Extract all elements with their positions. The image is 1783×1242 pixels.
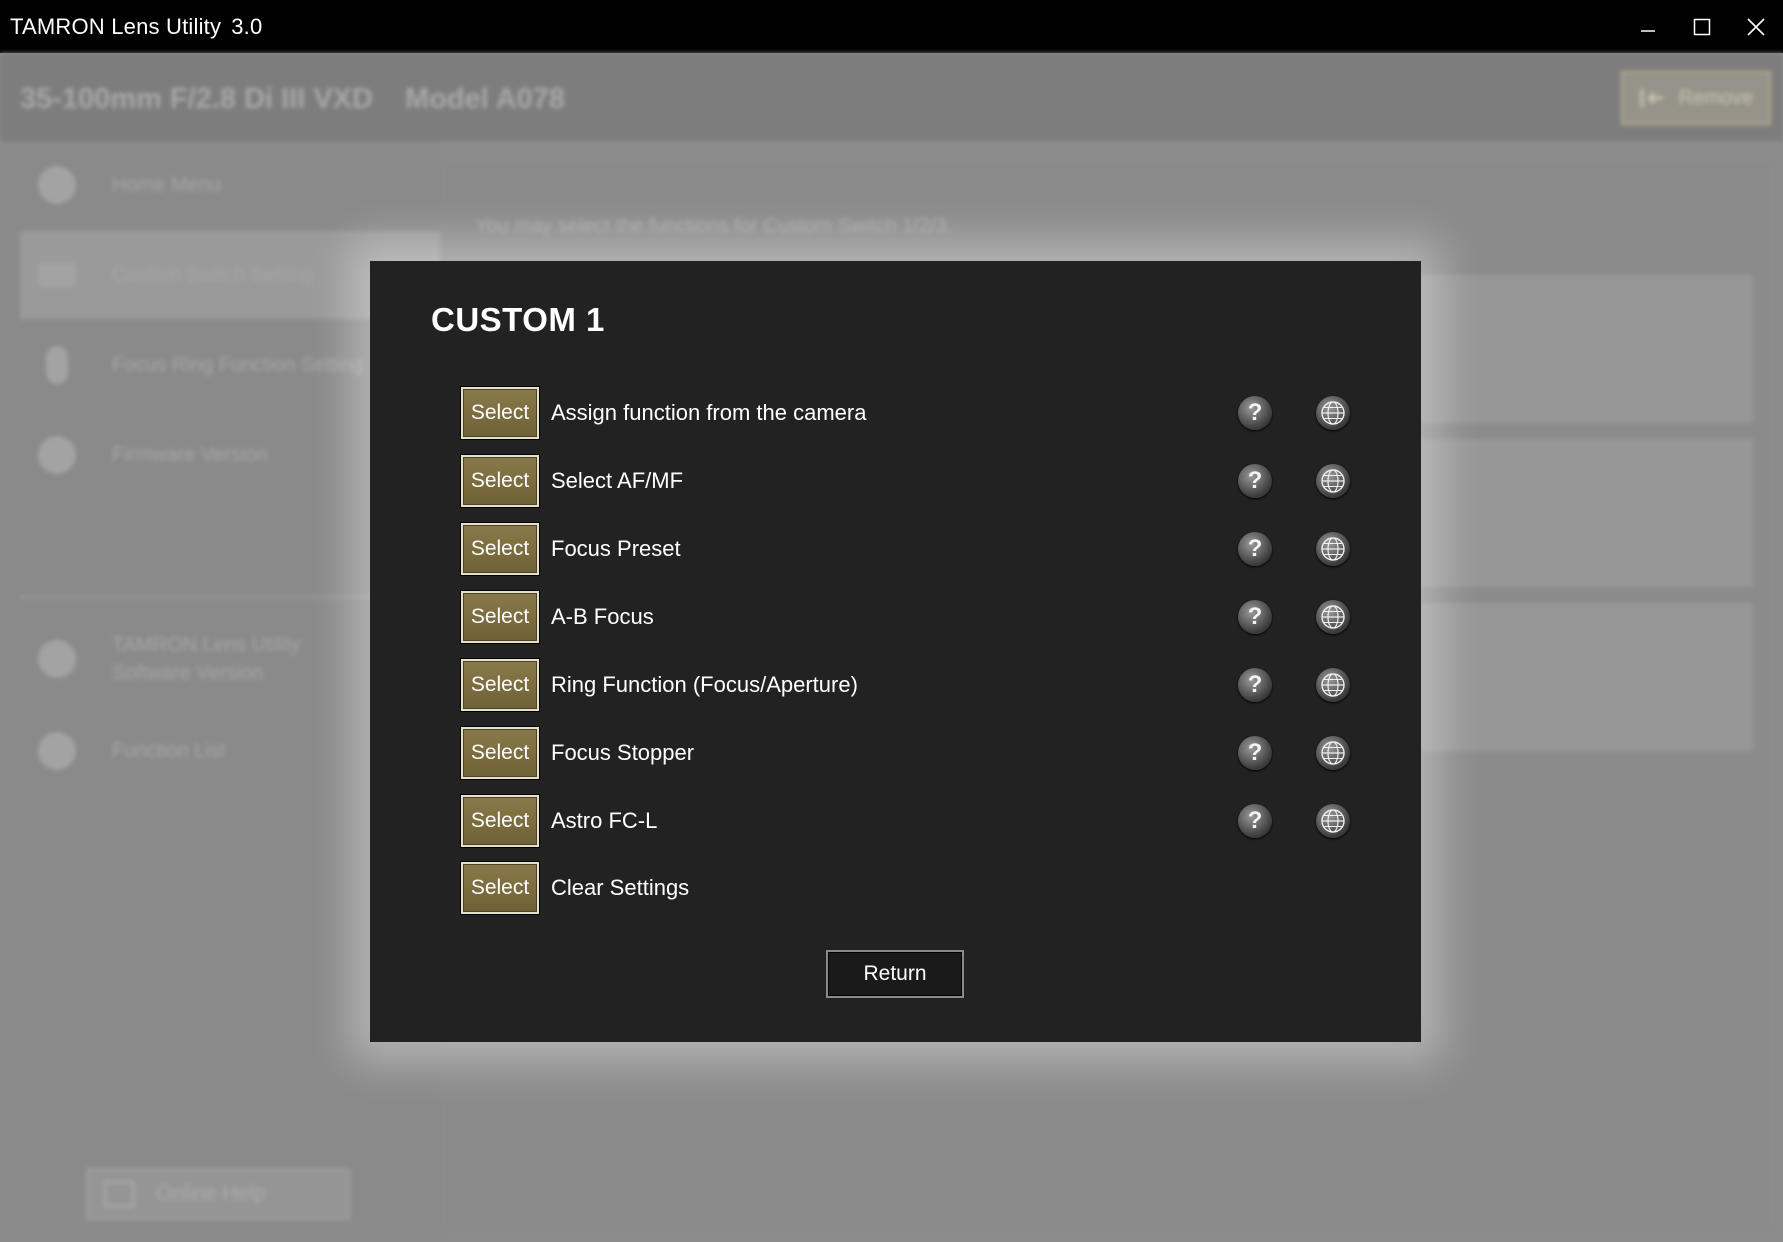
help-icon[interactable]: ? bbox=[1238, 668, 1272, 702]
option-label: Select AF/MF bbox=[551, 468, 684, 493]
help-icon[interactable]: ? bbox=[1238, 396, 1272, 430]
app-name: TAMRON Lens Utility bbox=[10, 13, 222, 39]
option-row: Select Ring Function (Focus/Aperture) ? bbox=[461, 659, 1350, 711]
sidebar-item-label: Firmware Version bbox=[112, 444, 268, 466]
maximize-button[interactable] bbox=[1675, 0, 1729, 53]
sidebar-item-label: Home Menu bbox=[112, 174, 221, 196]
help-icon[interactable]: ? bbox=[1238, 464, 1272, 498]
option-label: A-B Focus bbox=[551, 604, 654, 629]
option-label: Assign function from the camera bbox=[551, 400, 867, 425]
window-title: TAMRON Lens Utility 3.0 bbox=[0, 14, 262, 40]
online-help-button[interactable]: Online Help bbox=[86, 1168, 350, 1220]
info-icon bbox=[38, 640, 76, 678]
option-row: Select Focus Stopper ? bbox=[461, 727, 1350, 779]
dialog-title: CUSTOM 1 bbox=[431, 301, 605, 338]
exit-icon bbox=[1640, 89, 1663, 107]
option-label: Focus Stopper bbox=[551, 740, 695, 765]
option-label: Astro FC-L bbox=[551, 808, 658, 833]
select-button[interactable]: Select bbox=[461, 591, 539, 643]
firmware-icon bbox=[38, 436, 76, 474]
lens-title: 35-100mm F/2.8 Di III VXD Model A078 bbox=[20, 83, 565, 116]
option-row: Select Astro FC-L ? bbox=[461, 795, 1350, 847]
select-button[interactable]: Select bbox=[461, 727, 539, 779]
lens-name: 35-100mm F/2.8 Di III VXD bbox=[20, 83, 373, 115]
window-controls bbox=[1621, 0, 1783, 53]
help-icon[interactable]: ? bbox=[1238, 804, 1272, 838]
custom-function-dialog: CUSTOM 1 Select Assign function from the… bbox=[370, 261, 1421, 1042]
title-bar: TAMRON Lens Utility 3.0 bbox=[0, 0, 1783, 53]
option-row: Select Focus Preset ? bbox=[461, 523, 1350, 575]
globe-icon[interactable] bbox=[1316, 600, 1350, 634]
globe-icon[interactable] bbox=[1316, 396, 1350, 430]
sidebar-item-home-menu[interactable]: Home Menu bbox=[20, 141, 440, 229]
sidebar-item-label: Function List bbox=[112, 740, 226, 762]
lens-header: 35-100mm F/2.8 Di III VXD Model A078 Remo… bbox=[0, 53, 1783, 141]
option-row: Select Select AF/MF ? bbox=[461, 455, 1350, 507]
globe-icon[interactable] bbox=[1316, 736, 1350, 770]
sidebar-item-label-line2: Software Version bbox=[112, 662, 264, 684]
option-label: Clear Settings bbox=[551, 875, 690, 900]
globe-icon[interactable] bbox=[1316, 668, 1350, 702]
help-icon[interactable]: ? bbox=[1238, 532, 1272, 566]
close-icon bbox=[1747, 17, 1765, 36]
select-button[interactable]: Select bbox=[461, 659, 539, 711]
browser-icon bbox=[104, 1181, 134, 1207]
select-button[interactable]: Select bbox=[461, 862, 539, 914]
select-button[interactable]: Select bbox=[461, 455, 539, 507]
option-label: Ring Function (Focus/Aperture) bbox=[551, 672, 858, 697]
minimize-button[interactable] bbox=[1621, 0, 1675, 53]
online-help-label: Online Help bbox=[156, 1182, 266, 1205]
help-icon[interactable]: ? bbox=[1238, 600, 1272, 634]
select-button[interactable]: Select bbox=[461, 523, 539, 575]
select-button[interactable]: Select bbox=[461, 795, 539, 847]
close-button[interactable] bbox=[1729, 0, 1783, 53]
sidebar-item-label: TAMRON Lens Utility Software Version bbox=[112, 631, 301, 687]
sidebar-item-label: Custom Switch Setting bbox=[112, 264, 314, 286]
home-icon bbox=[38, 166, 76, 204]
option-row: Select Clear Settings bbox=[461, 862, 1341, 914]
option-row: Select A-B Focus ? bbox=[461, 591, 1350, 643]
help-icon[interactable]: ? bbox=[1238, 736, 1272, 770]
option-row: Select Assign function from the camera ? bbox=[461, 387, 1350, 439]
content-hint: You may select the functions for Custom … bbox=[475, 215, 953, 237]
minimize-icon bbox=[1641, 29, 1655, 32]
option-label: Focus Preset bbox=[551, 536, 681, 561]
select-button[interactable]: Select bbox=[461, 387, 539, 439]
globe-icon[interactable] bbox=[1316, 464, 1350, 498]
globe-icon[interactable] bbox=[1316, 532, 1350, 566]
focus-ring-icon bbox=[46, 346, 68, 384]
maximize-icon bbox=[1693, 18, 1711, 35]
app-version: 3.0 bbox=[231, 13, 263, 39]
remove-label: Remove bbox=[1678, 86, 1754, 109]
sidebar-item-label: Focus Ring Function Setting bbox=[112, 354, 364, 376]
return-button[interactable]: Return bbox=[826, 950, 964, 998]
globe-icon[interactable] bbox=[1316, 804, 1350, 838]
lens-model: Model A078 bbox=[404, 83, 566, 115]
question-icon bbox=[38, 732, 76, 770]
remove-button[interactable]: Remove bbox=[1621, 71, 1771, 125]
switch-icon bbox=[38, 263, 76, 287]
sidebar-item-label-line1: TAMRON Lens Utility bbox=[112, 634, 301, 656]
